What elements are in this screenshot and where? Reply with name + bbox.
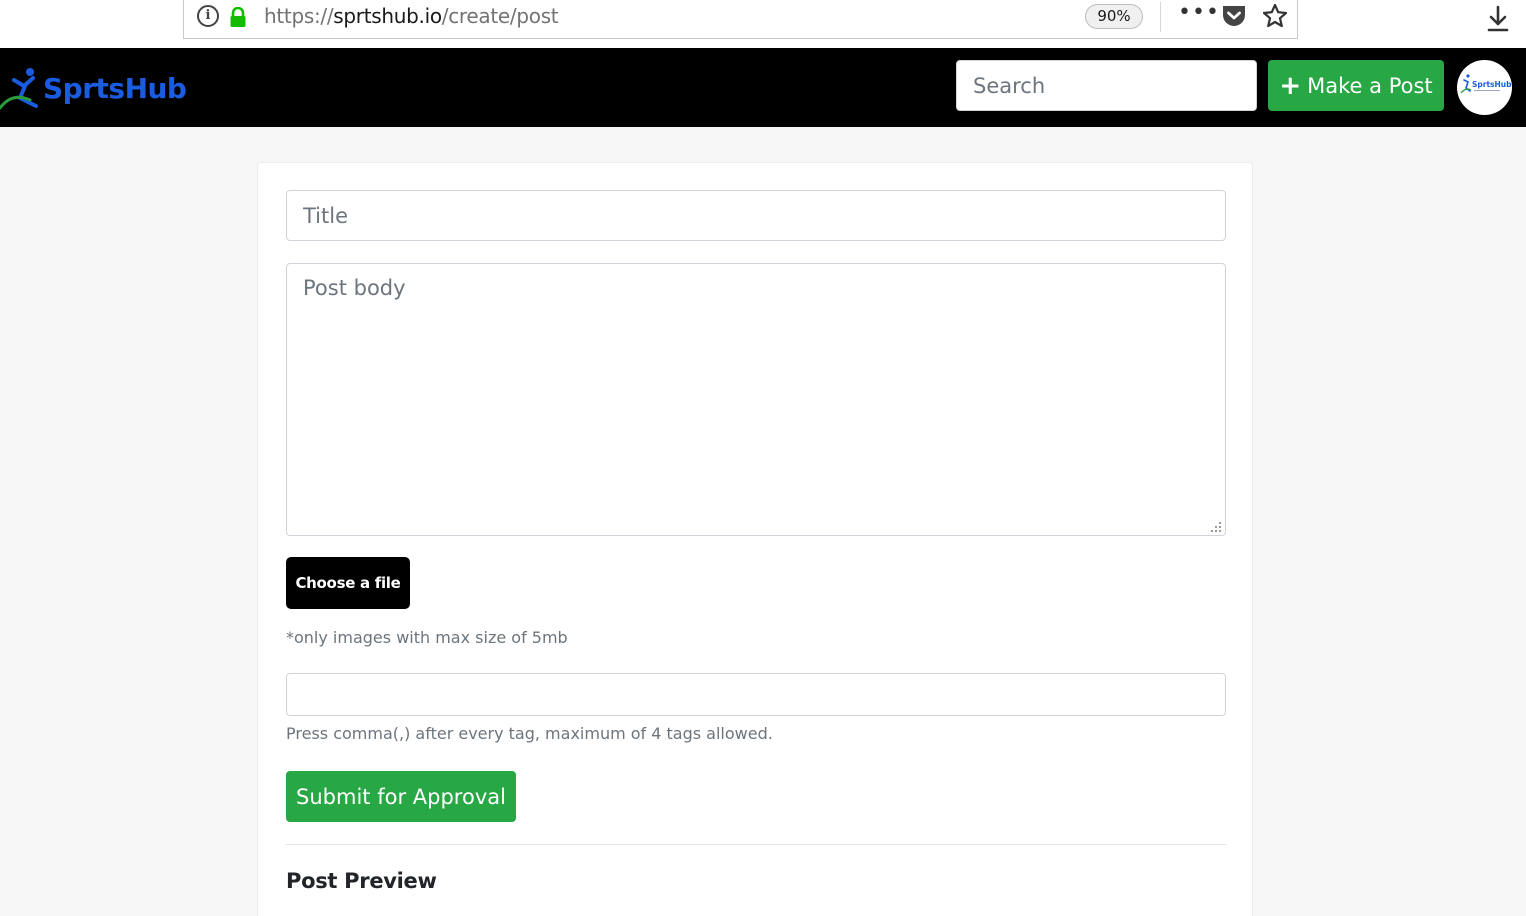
- avatar-brand-text: SprtsHub: [1472, 80, 1512, 89]
- tags-input[interactable]: [286, 673, 1226, 716]
- star-icon[interactable]: [1262, 3, 1288, 29]
- url-path: /create/post: [441, 4, 559, 28]
- post-preview-heading: Post Preview: [286, 869, 437, 893]
- submit-for-approval-button[interactable]: Submit for Approval: [286, 771, 516, 822]
- url-text[interactable]: https://sprtshub.io/create/post: [264, 4, 559, 28]
- address-bar[interactable]: i https://sprtshub.io/create/post 90% ••…: [183, 0, 1298, 39]
- search-input[interactable]: [956, 60, 1257, 111]
- choose-file-button[interactable]: Choose a file: [286, 557, 410, 609]
- resize-grip-icon[interactable]: [1210, 521, 1222, 533]
- info-icon[interactable]: i: [197, 5, 219, 27]
- url-scheme: https://: [264, 4, 334, 28]
- avatar-logo-icon: SprtsHub: [1460, 74, 1512, 94]
- zoom-level-badge[interactable]: 90%: [1085, 4, 1143, 29]
- title-input[interactable]: [286, 190, 1226, 241]
- toolbar-separator: [1160, 2, 1161, 32]
- ellipsis-icon[interactable]: •••: [1178, 0, 1220, 25]
- brand-name[interactable]: SprtsHub: [43, 72, 187, 105]
- avatar[interactable]: SprtsHub: [1457, 60, 1512, 115]
- divider: [286, 844, 1226, 845]
- url-domain: sprtshub.io: [333, 4, 442, 28]
- plus-icon: +: [1279, 70, 1302, 101]
- download-icon[interactable]: [1484, 4, 1512, 34]
- post-body-textarea[interactable]: [286, 263, 1226, 536]
- make-a-post-button[interactable]: + Make a Post: [1268, 60, 1444, 111]
- create-post-card: Choose a file *only images with max size…: [257, 162, 1253, 916]
- make-a-post-label: Make a Post: [1307, 73, 1433, 98]
- tags-hint: Press comma(,) after every tag, maximum …: [286, 724, 773, 743]
- lock-icon[interactable]: [228, 7, 248, 27]
- site-navbar: SprtsHub + Make a Post SprtsHub: [0, 48, 1526, 127]
- file-size-hint: *only images with max size of 5mb: [286, 628, 568, 647]
- browser-toolbar: i https://sprtshub.io/create/post 90% ••…: [0, 0, 1526, 48]
- pocket-icon[interactable]: [1221, 4, 1247, 28]
